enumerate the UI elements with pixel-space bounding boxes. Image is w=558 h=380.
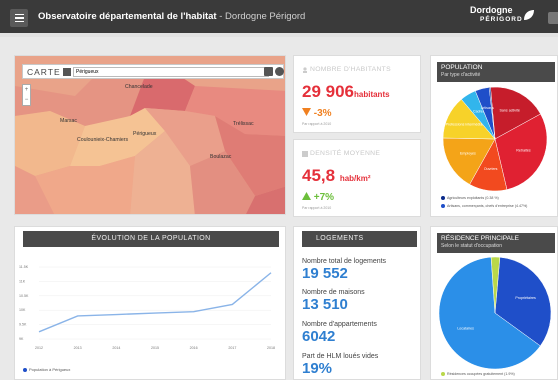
x-tick-label: 2017: [228, 346, 236, 350]
maisons-label: Nombre de maisons: [302, 289, 365, 296]
habitants-variation: -3%: [302, 108, 332, 119]
y-tick-label: 11K: [19, 279, 26, 283]
town-label: Boulazac: [210, 154, 232, 160]
habitants-title: NOMBRE D'HABITANTS: [310, 66, 391, 73]
town-label: Chancelade: [125, 84, 153, 90]
search-icon[interactable]: [63, 68, 71, 76]
population-pie-header: POPULATION Par type d'activité: [437, 62, 555, 82]
population-pie-card: POPULATION Par type d'activité Sans acti…: [430, 55, 558, 217]
pie-slice-label: Locataires: [457, 326, 474, 330]
residence-pie-chart[interactable]: Propriétaires Locataires: [431, 255, 558, 370]
legend-item: Artisans, commerçants, chefs d'entrepris…: [441, 204, 527, 209]
map-card[interactable]: CARTE + − Chancelade Coulounieix-Chamier…: [14, 55, 286, 215]
arrow-up-icon: [302, 192, 311, 200]
densite-note: Par rapport à 2010: [302, 206, 332, 210]
density-icon: [302, 151, 308, 157]
densite-variation: +7%: [302, 192, 334, 203]
pie-slice-label: Employés: [460, 152, 476, 156]
evolution-card: ÉVOLUTION DE LA POPULATION 11.5K 11K 10.5K…: [14, 226, 286, 380]
pie-slice-label: Retraités: [516, 149, 531, 153]
evolution-title: ÉVOLUTION DE LA POPULATION: [23, 231, 279, 247]
logements-total-label: Nombre total de logements: [302, 258, 387, 265]
y-tick-label: 9.5K: [19, 323, 27, 327]
appartements-label: Nombre d'appartements: [302, 321, 377, 328]
town-label: Périgueux: [133, 131, 157, 137]
arrow-down-icon: [302, 108, 311, 116]
y-tick-label: 9K: [19, 337, 24, 341]
app-title-sub: Dordogne Périgord: [225, 11, 306, 22]
maisons-value: 13 510: [302, 296, 348, 313]
layers-icon[interactable]: [264, 67, 273, 76]
zoom-in-button[interactable]: +: [23, 85, 30, 95]
app-title: Observatoire départemental de l'habitat …: [38, 11, 306, 22]
hlm-label: Part de HLM loués vides: [302, 353, 379, 360]
leaf-icon: [524, 10, 534, 20]
densite-card: DENSITÉ MOYENNE 45,8 hab/km² +7% Par rap…: [293, 139, 421, 217]
x-tick-label: 2014: [112, 346, 120, 350]
evolution-line-chart[interactable]: 11.5K 11K 10.5K 10K 9.5K 9K 2012 2013 2014 2015 20…: [15, 249, 287, 364]
zoom-control[interactable]: + −: [22, 84, 31, 106]
dordogne-logo[interactable]: Dordogne PÉRIGORD: [470, 6, 540, 32]
evolution-legend: Population à Périgueux: [23, 367, 70, 372]
habitants-note: Par rapport à 2010: [302, 122, 332, 126]
zoom-out-button[interactable]: −: [23, 95, 30, 105]
map-search-input[interactable]: [73, 67, 269, 77]
pie-slice-label: Propriétaires: [515, 296, 536, 300]
population-pie-chart[interactable]: Sans activitéRetraitésOuvriersEmployésPr…: [431, 86, 558, 196]
settings-icon[interactable]: [548, 12, 558, 24]
x-tick-label: 2016: [190, 346, 198, 350]
habitants-card: NOMBRE D'HABITANTS 29 906habitants -3% P…: [293, 55, 421, 133]
legend-item: Agriculteurs exploitants (0.38 %): [441, 196, 499, 201]
y-tick-label: 10K: [19, 308, 26, 312]
logements-card: LOGEMENTS Nombre total de logements 19 5…: [293, 226, 421, 380]
town-label: Marsac: [60, 118, 78, 124]
x-tick-label: 2015: [151, 346, 159, 350]
residence-pie-card: RÉSIDENCE PRINCIPALE Selon le statut d'o…: [430, 226, 558, 380]
map-label: CARTE: [27, 67, 61, 77]
residence-pie-header: RÉSIDENCE PRINCIPALE Selon le statut d'o…: [437, 233, 555, 253]
legend-item: Résidences occupées gratuitement (1.9%): [441, 372, 515, 377]
people-icon: [303, 67, 307, 73]
app-title-main: Observatoire départemental de l'habitat: [38, 11, 217, 22]
x-tick-label: 2012: [35, 346, 43, 350]
gear-icon[interactable]: [275, 67, 284, 76]
town-label: Trélissac: [233, 121, 254, 127]
logements-total-value: 19 552: [302, 265, 348, 282]
densite-value: 45,8 hab/km²: [302, 166, 371, 185]
hlm-value: 19%: [302, 360, 333, 377]
x-tick-label: 2013: [74, 346, 82, 350]
pie-slice-label: Ouvriers: [484, 167, 498, 171]
pie-slice-label: Sans activité: [500, 108, 520, 112]
menu-icon[interactable]: [10, 9, 28, 27]
y-tick-label: 10.5K: [19, 294, 29, 298]
map-toolbar: CARTE: [22, 64, 284, 79]
x-tick-label: 2018: [267, 346, 275, 350]
top-bar: Observatoire départemental de l'habitat …: [0, 0, 558, 37]
appartements-value: 6042: [302, 328, 336, 345]
logements-title: LOGEMENTS: [302, 231, 417, 247]
town-label: Coulounieix-Chamiers: [77, 137, 129, 143]
y-tick-label: 11.5K: [19, 265, 29, 269]
habitants-value: 29 906habitants: [302, 82, 390, 101]
densite-title: DENSITÉ MOYENNE: [310, 150, 381, 157]
